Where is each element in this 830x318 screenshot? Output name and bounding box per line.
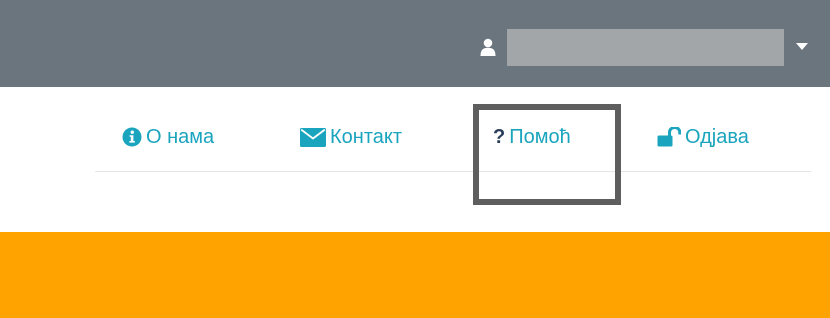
nav-item-label: О нама — [146, 125, 215, 148]
nav-item-label: Помоћ — [509, 125, 571, 148]
nav-item-about[interactable]: О нама — [122, 112, 214, 162]
envelope-icon — [300, 127, 326, 147]
orange-banner — [0, 232, 830, 318]
nav-item-help[interactable]: ? Помоћ — [493, 112, 571, 162]
nav-item-label: Контакт — [330, 125, 403, 148]
nav-item-logout[interactable]: Одјава — [657, 112, 749, 162]
question-icon: ? — [493, 125, 506, 148]
top-bar — [0, 0, 830, 87]
unlock-icon — [657, 127, 681, 147]
nav-divider — [95, 171, 811, 172]
user-icon — [480, 38, 496, 56]
nav-item-contact[interactable]: Контакт — [300, 112, 402, 162]
user-name[interactable] — [507, 29, 784, 66]
page: О нама Контакт ? Помоћ Одјава — [0, 0, 830, 318]
info-circle-icon — [122, 127, 142, 147]
main-nav: О нама Контакт ? Помоћ Одјава — [95, 112, 811, 170]
nav-item-label: Одјава — [685, 125, 749, 148]
caret-down-icon[interactable] — [796, 43, 808, 51]
